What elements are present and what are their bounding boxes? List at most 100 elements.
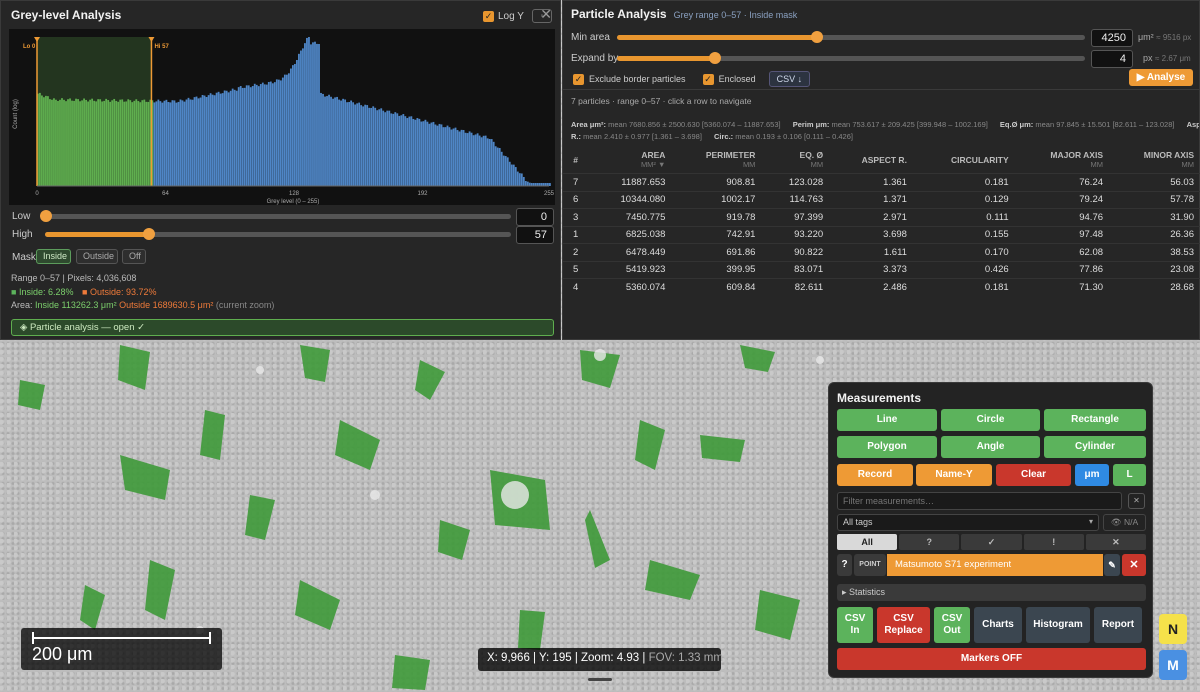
- delete-icon[interactable]: ✕: [1122, 554, 1146, 576]
- column-header[interactable]: ASPECT R.: [829, 147, 913, 174]
- expand-input[interactable]: 4: [1091, 50, 1133, 68]
- mask-off-button[interactable]: Off: [122, 249, 146, 264]
- histogram-bar: [464, 132, 467, 186]
- table-row[interactable]: 3 7450.775 919.78 97.399 2.971 0.111 94.76 31.9…: [563, 208, 1200, 226]
- tag-tab[interactable]: !: [1023, 534, 1084, 550]
- grey-histogram[interactable]: Lo 0 Hi 57 0 64 128 192 255 Grey level (0 – 255…: [9, 29, 555, 205]
- tag-tab[interactable]: ?: [899, 534, 960, 550]
- filter-clear-icon[interactable]: ✕: [1128, 493, 1145, 509]
- x-tick-label: 0: [35, 191, 39, 197]
- histogram-bar: [344, 99, 346, 186]
- tag-tab[interactable]: ✓: [961, 534, 1022, 550]
- markers-toggle-button[interactable]: Markers OFF: [837, 648, 1146, 670]
- table-cell: 1002.17: [671, 190, 762, 209]
- statistics-toggle[interactable]: ▸ Statistics: [837, 584, 1146, 601]
- area-inside: Inside 113262.3 μm²: [35, 300, 117, 310]
- unit-um-button[interactable]: μm: [1075, 464, 1109, 486]
- tags-select[interactable]: All tags ▾: [837, 514, 1099, 531]
- mask-outside-button[interactable]: Outside: [76, 249, 118, 264]
- histogram-bar: [65, 101, 67, 186]
- column-header[interactable]: MAJOR AXIS MM: [1015, 147, 1109, 174]
- expand-slider-knob[interactable]: [709, 52, 721, 64]
- measurements-panel: Measurements Line Circle Rectangle Polyg…: [828, 382, 1153, 678]
- table-row[interactable]: 2 6478.449 691.86 90.822 1.611 0.170 62.08 38.5…: [563, 243, 1200, 261]
- rectangle-tool-button[interactable]: Rectangle: [1044, 409, 1146, 431]
- expand-slider[interactable]: [617, 52, 1085, 64]
- table-cell: 2: [563, 243, 589, 261]
- low-value-input[interactable]: 0: [516, 208, 554, 226]
- histogram-bar: [304, 43, 306, 187]
- histogram-bar: [374, 107, 377, 186]
- line-tool-button[interactable]: Line: [837, 409, 937, 431]
- l-button[interactable]: L: [1113, 464, 1146, 486]
- column-header[interactable]: #: [563, 147, 588, 174]
- edit-icon[interactable]: ✎: [1104, 554, 1120, 576]
- histogram-bar: [456, 130, 459, 186]
- column-header[interactable]: PERIMETER MM: [671, 147, 761, 174]
- clear-button[interactable]: Clear: [996, 464, 1071, 486]
- low-slider-knob[interactable]: [40, 210, 52, 222]
- column-header[interactable]: CIRCULARITY: [913, 147, 1015, 174]
- histogram-bar: [324, 96, 326, 186]
- close-icon[interactable]: ✕: [540, 6, 552, 23]
- name-y-button[interactable]: Name-Y: [916, 464, 992, 486]
- filter-measurements-input[interactable]: [837, 492, 1122, 510]
- high-value-input[interactable]: 57: [516, 226, 554, 244]
- table-row[interactable]: 1 6825.038 742.91 93.220 3.698 0.155 97.48 26.3…: [563, 225, 1200, 244]
- high-slider[interactable]: [45, 228, 511, 240]
- chevron-down-icon: ▾: [1088, 517, 1093, 526]
- histogram-bar: [362, 106, 365, 186]
- item-name[interactable]: Matsumoto S71 experiment: [887, 554, 1103, 576]
- polygon-tool-button[interactable]: Polygon: [837, 436, 937, 458]
- circle-tool-button[interactable]: Circle: [941, 409, 1040, 431]
- action-button[interactable]: CSV Replace: [877, 607, 930, 643]
- table-cell: 62.08: [1014, 243, 1110, 261]
- table-row[interactable]: 4 5360.074 609.84 82.611 2.486 0.181 71.30 28.6…: [563, 278, 1200, 296]
- visibility-toggle[interactable]: 👁 N/A: [1103, 514, 1146, 531]
- histogram-bar: [241, 87, 244, 186]
- n-button[interactable]: N: [1159, 614, 1187, 644]
- histogram-bar: [49, 99, 51, 186]
- min-area-slider-knob[interactable]: [811, 31, 823, 43]
- histogram-bar: [117, 101, 120, 186]
- log-y-checkbox[interactable]: ✓: [483, 10, 494, 22]
- action-button[interactable]: CSV Out: [934, 607, 970, 643]
- item-status-icon[interactable]: ?: [837, 554, 852, 576]
- enclosed-checkbox[interactable]: ✓: [702, 73, 714, 85]
- low-slider[interactable]: [40, 210, 511, 222]
- cylinder-tool-button[interactable]: Cylinder: [1044, 436, 1146, 458]
- record-button[interactable]: Record: [837, 464, 913, 486]
- histogram-bar: [233, 89, 236, 186]
- action-button[interactable]: Charts: [974, 607, 1022, 643]
- csv-download-button[interactable]: CSV ↓: [768, 71, 811, 87]
- table-cell: 919.78: [671, 208, 762, 226]
- action-button[interactable]: Histogram: [1026, 607, 1090, 643]
- analyse-button[interactable]: ▶ Analyse: [1129, 69, 1193, 86]
- column-header[interactable]: EQ. Ø MM: [761, 147, 829, 174]
- tag-tab[interactable]: ✕: [1085, 534, 1147, 550]
- histogram-bar: [277, 79, 280, 186]
- angle-tool-button[interactable]: Angle: [941, 436, 1040, 458]
- min-area-input[interactable]: 4250: [1091, 29, 1133, 47]
- table-row[interactable]: 6 10344.080 1002.17 114.763 1.371 0.129 79.24 5…: [563, 190, 1200, 209]
- measurement-item[interactable]: ? POINT Matsumoto S71 experiment ✎ ✕: [837, 554, 1146, 576]
- particle-analysis-button[interactable]: ◈ Particle analysis — open ✓: [11, 319, 554, 336]
- table-cell: 82.611: [761, 278, 830, 296]
- tag-tab[interactable]: All: [837, 534, 898, 550]
- drag-handle[interactable]: [588, 678, 612, 681]
- column-header[interactable]: MINOR AXIS MM: [1109, 147, 1200, 174]
- exclude-border-checkbox[interactable]: ✓: [573, 73, 584, 85]
- histogram-bar: [482, 135, 485, 186]
- high-slider-knob[interactable]: [143, 228, 155, 240]
- action-button[interactable]: CSV In: [837, 607, 873, 643]
- table-row[interactable]: 7 11887.653 908.81 123.028 1.361 0.181 76.24 56…: [563, 173, 1200, 191]
- action-button[interactable]: Report: [1094, 607, 1142, 643]
- table-cell: 76.24: [1014, 173, 1110, 191]
- table-row[interactable]: 5 5419.923 399.95 83.071 3.373 0.426 77.86 23.0…: [563, 260, 1200, 279]
- mask-inside-button[interactable]: Inside: [36, 249, 71, 264]
- min-area-slider[interactable]: [617, 31, 1085, 43]
- m-button[interactable]: M: [1159, 650, 1187, 680]
- histogram-bar: [526, 181, 529, 186]
- area-suffix: (current zoom): [215, 300, 275, 310]
- column-header[interactable]: AREA MM² ▼: [588, 147, 671, 174]
